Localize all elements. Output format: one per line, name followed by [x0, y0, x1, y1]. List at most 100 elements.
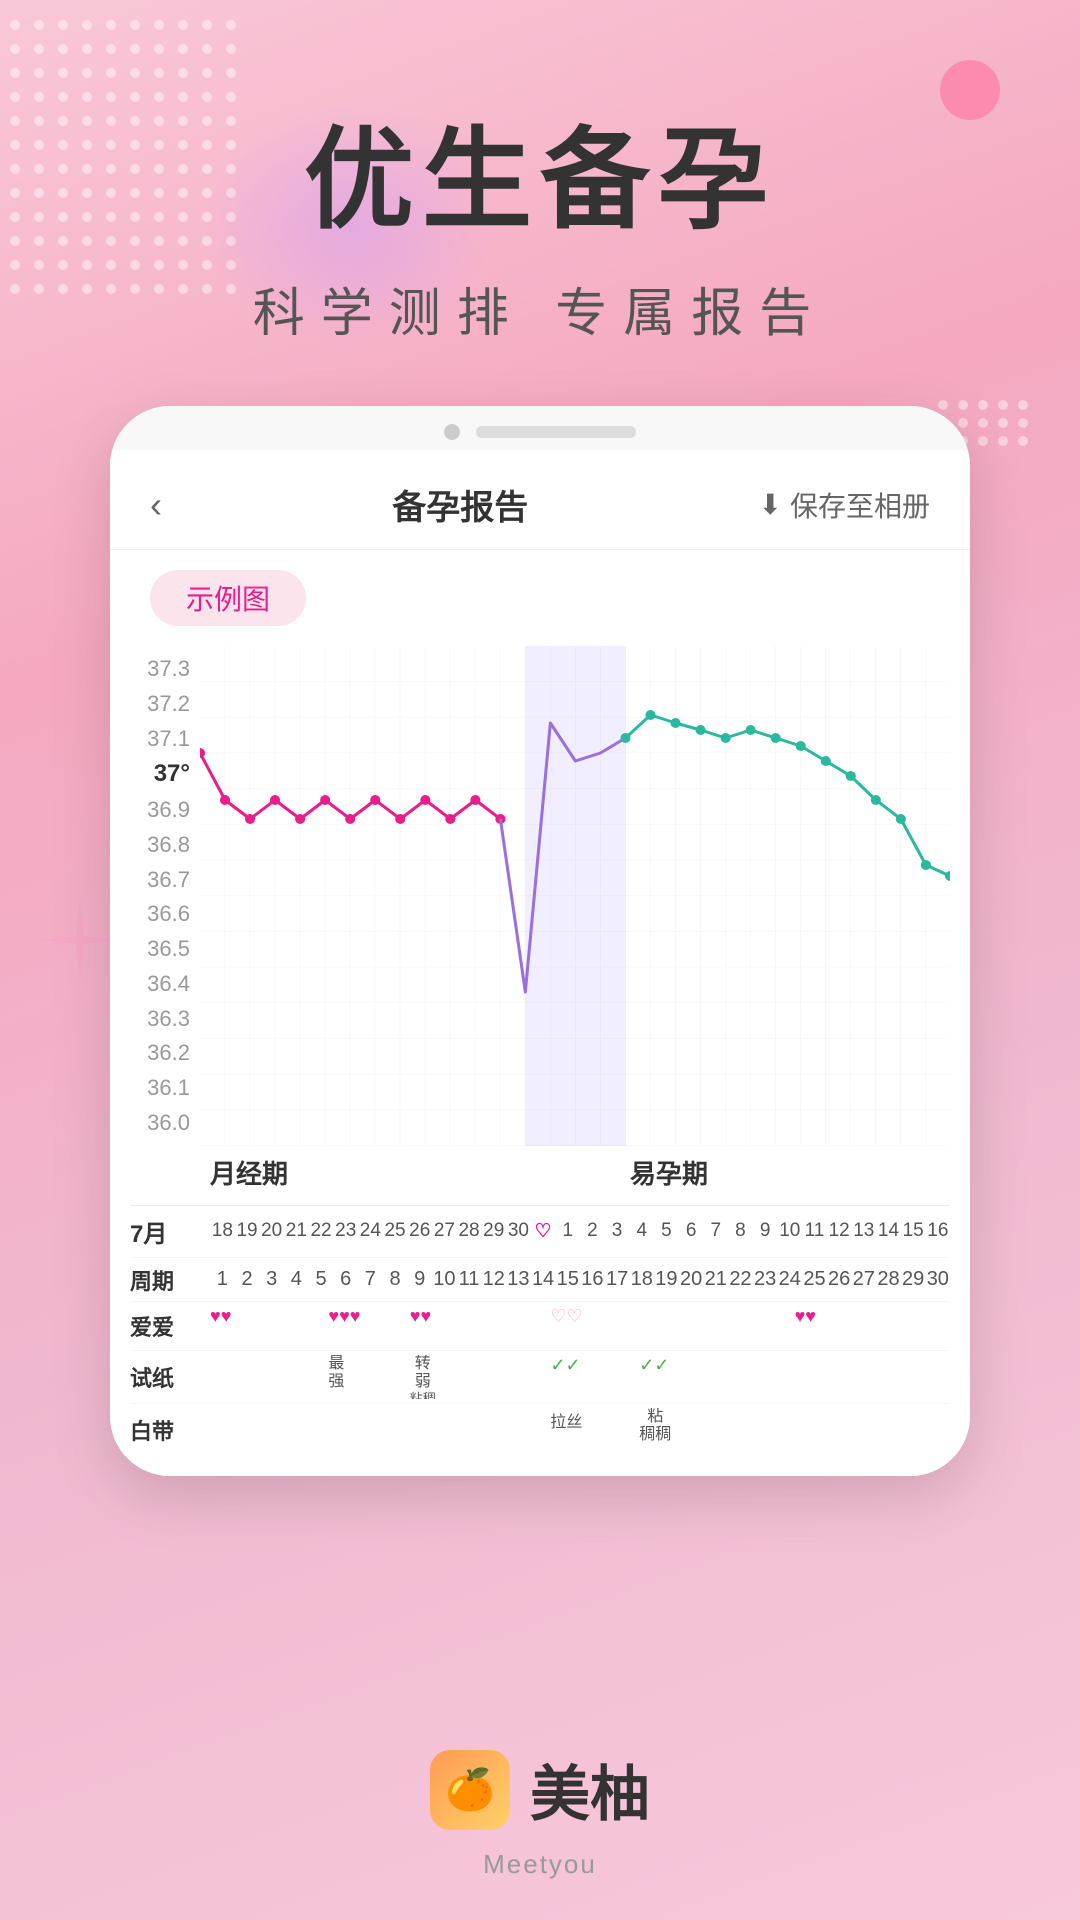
cal-date-5: 22 [309, 1220, 334, 1243]
love-row: 爱爱 ♥♥ ♥♥♥ ♥♥ ♡♡ [130, 1301, 950, 1350]
week-1: 1 [210, 1268, 235, 1291]
test-label: 试纸 [130, 1361, 210, 1393]
hero-subtitle: 科学测排 专属报告 [253, 271, 827, 346]
week-4: 4 [284, 1268, 309, 1291]
week-16: 16 [580, 1268, 605, 1291]
love-heart-2: ♥♥♥ [328, 1306, 360, 1327]
week-23: 23 [753, 1268, 778, 1291]
week-29: 29 [901, 1268, 926, 1291]
app-icon: 🍊 [430, 1750, 510, 1830]
y-label-363: 36.3 [130, 1006, 190, 1032]
notch-dot [444, 424, 460, 440]
y-label-360: 36.0 [130, 1110, 190, 1136]
week-19: 19 [654, 1268, 679, 1291]
hero-title: 优生备孕 [253, 120, 827, 241]
brand-name: Meetyou [483, 1849, 597, 1880]
cal-date-14: ♡ [531, 1220, 556, 1243]
cal-date-22: 8 [728, 1220, 753, 1243]
week-7: 7 [358, 1268, 383, 1291]
week-label: 周期 [130, 1264, 210, 1296]
week-15: 15 [555, 1268, 580, 1291]
week-27: 27 [851, 1268, 876, 1291]
sample-badge-container: 示例图 [110, 550, 970, 636]
discharge-row: 白带 拉丝 粘稠稠 [130, 1403, 950, 1456]
week-values: 1 2 3 4 5 6 7 8 9 10 11 12 13 14 [210, 1268, 950, 1291]
week-26: 26 [827, 1268, 852, 1291]
love-heart-1: ♥♥ [210, 1306, 231, 1327]
week-25: 25 [802, 1268, 827, 1291]
chart-container: 37.3 37.2 37.1 37° 36.9 36.8 36.7 36.6 3… [110, 636, 970, 1195]
fertile-phase-label: 易孕期 [630, 1154, 830, 1191]
sample-badge: 示例图 [150, 570, 306, 626]
week-28: 28 [876, 1268, 901, 1291]
love-values: ♥♥ ♥♥♥ ♥♥ ♡♡ ♥♥ [210, 1306, 950, 1346]
y-label-371: 37.1 [130, 726, 190, 752]
cal-date-15: 1 [555, 1220, 580, 1243]
calendar-dates: 18 19 20 21 22 23 24 25 26 27 28 29 30 ♡ [210, 1220, 950, 1243]
test-check-2: ✓✓ [639, 1355, 669, 1376]
love-label: 爱爱 [130, 1310, 210, 1342]
test-weakening: 转弱粘稠 [410, 1355, 436, 1399]
app-content: ‹ 备孕报告 ⬇ 保存至相册 示例图 37.3 37.2 37.1 [110, 450, 970, 1476]
cal-date-11: 28 [457, 1220, 482, 1243]
data-rows-section: 7月 18 19 20 21 22 23 24 25 26 27 28 29 [110, 1195, 970, 1476]
logo-row: 🍊 美柚 [430, 1746, 650, 1833]
y-label-365: 36.5 [130, 936, 190, 962]
week-12: 12 [481, 1268, 506, 1291]
chart-inner: 37.3 37.2 37.1 37° 36.9 36.8 36.7 36.6 3… [120, 646, 950, 1146]
week-8: 8 [383, 1268, 408, 1291]
cal-date-30: 16 [925, 1220, 950, 1243]
week-3: 3 [259, 1268, 284, 1291]
sparkle-left-icon [40, 900, 120, 980]
chart-plot [200, 646, 950, 1146]
y-label-372: 37.2 [130, 691, 190, 717]
y-axis: 37.3 37.2 37.1 37° 36.9 36.8 36.7 36.6 3… [120, 646, 200, 1146]
cal-date-23: 9 [753, 1220, 778, 1243]
test-check-1: ✓✓ [550, 1355, 580, 1376]
notch-bar [476, 426, 636, 438]
cal-date-9: 26 [407, 1220, 432, 1243]
cal-date-6: 23 [333, 1220, 358, 1243]
week-18: 18 [629, 1268, 654, 1291]
cal-date-4: 21 [284, 1220, 309, 1243]
cal-date-7: 24 [358, 1220, 383, 1243]
cal-date-28: 14 [876, 1220, 901, 1243]
cal-date-16: 2 [580, 1220, 605, 1243]
discharge-values: 拉丝 粘稠稠 [210, 1408, 950, 1452]
cal-date-17: 3 [605, 1220, 630, 1243]
app-header: ‹ 备孕报告 ⬇ 保存至相册 [110, 450, 970, 550]
save-label: 保存至相册 [790, 485, 930, 525]
download-icon: ⬇ [759, 488, 782, 521]
week-row: 周期 1 2 3 4 5 6 7 8 9 10 11 12 13 [130, 1257, 950, 1301]
week-20: 20 [679, 1268, 704, 1291]
calendar-month: 7月 [130, 1214, 210, 1249]
y-label-373: 37.3 [130, 656, 190, 682]
app-icon-emoji: 🍊 [445, 1766, 495, 1813]
y-label-369: 36.9 [130, 797, 190, 823]
cal-date-25: 11 [802, 1220, 827, 1243]
week-6: 6 [333, 1268, 358, 1291]
phone-mockup: ‹ 备孕报告 ⬇ 保存至相册 示例图 37.3 37.2 37.1 [110, 406, 970, 1476]
week-10: 10 [432, 1268, 457, 1291]
week-21: 21 [703, 1268, 728, 1291]
week-22: 22 [728, 1268, 753, 1291]
phase-labels: 月经期 易孕期 [120, 1146, 950, 1195]
save-button[interactable]: ⬇ 保存至相册 [759, 485, 930, 525]
love-heart-5: ♥♥ [795, 1306, 816, 1327]
cal-date-18: 4 [629, 1220, 654, 1243]
cal-date-3: 20 [259, 1220, 284, 1243]
week-5: 5 [309, 1268, 334, 1291]
week-24: 24 [777, 1268, 802, 1291]
discharge-thick: 粘稠稠 [639, 1408, 671, 1443]
cal-date-8: 25 [383, 1220, 408, 1243]
cal-date-1: 18 [210, 1220, 235, 1243]
week-2: 2 [235, 1268, 260, 1291]
love-heart-3: ♥♥ [410, 1306, 431, 1327]
cal-date-19: 5 [654, 1220, 679, 1243]
cal-date-24: 10 [777, 1220, 802, 1243]
cal-date-13: 30 [506, 1220, 531, 1243]
calendar-row: 7月 18 19 20 21 22 23 24 25 26 27 28 29 [130, 1205, 950, 1257]
back-button[interactable]: ‹ [150, 484, 162, 526]
hero-section: 优生备孕 科学测排 专属报告 [253, 0, 827, 346]
y-label-37: 37° [130, 760, 190, 788]
